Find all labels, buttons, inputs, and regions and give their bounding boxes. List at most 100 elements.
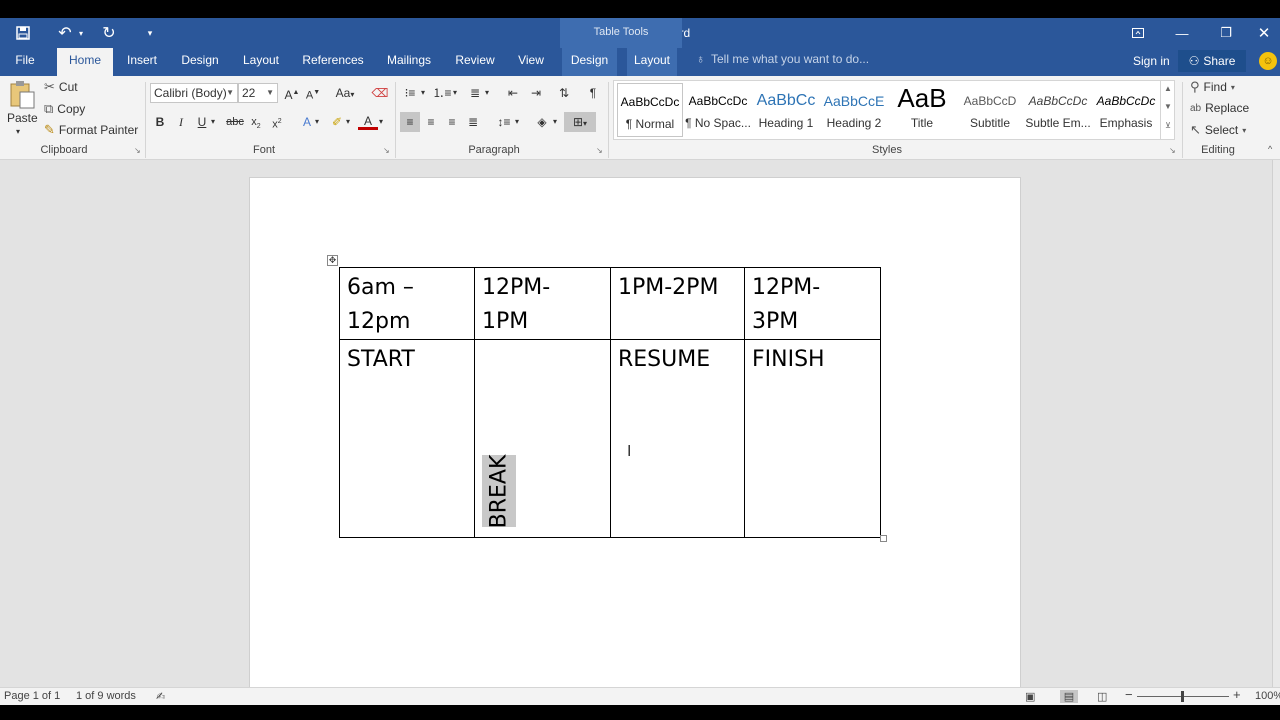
tab-design[interactable]: Design: [176, 48, 224, 76]
select-button[interactable]: ↖ Select ▾: [1190, 122, 1246, 138]
tab-insert[interactable]: Insert: [120, 48, 164, 76]
numbering-dropdown-icon[interactable]: ▾: [450, 83, 460, 103]
save-icon[interactable]: [12, 22, 34, 44]
align-center-icon[interactable]: ≡: [421, 112, 441, 132]
schedule-table[interactable]: 6am – 12pm 12PM- 1PM 1PM-2PM 12PM- 3PM S…: [339, 267, 881, 538]
shading-icon[interactable]: ◈: [532, 112, 552, 132]
style-no-spacing[interactable]: AaBbCcDc ¶ No Spac...: [685, 83, 751, 137]
style-heading-2[interactable]: AaBbCcE Heading 2: [821, 83, 887, 137]
close-icon[interactable]: ✕: [1248, 18, 1280, 48]
paste-button[interactable]: [6, 80, 38, 110]
font-launcher-icon[interactable]: ↘: [383, 146, 390, 155]
find-button[interactable]: ⚲ Find ▾: [1190, 79, 1235, 95]
text-effects-dropdown-icon[interactable]: ▾: [312, 112, 322, 132]
line-spacing-icon[interactable]: ↕≡: [494, 112, 514, 132]
font-size-box[interactable]: 22 ▼: [238, 83, 278, 103]
vertical-scrollbar[interactable]: [1272, 160, 1280, 687]
style-normal[interactable]: AaBbCcDc ¶ Normal: [617, 83, 683, 137]
sign-in-link[interactable]: Sign in: [1133, 54, 1170, 68]
format-painter-button[interactable]: ✎ Format Painter: [44, 122, 138, 138]
borders-button[interactable]: ⊞▾: [564, 112, 596, 132]
read-mode-icon[interactable]: ▣: [1025, 690, 1035, 703]
style-subtitle[interactable]: AaBbCcD Subtitle: [957, 83, 1023, 137]
change-case-button[interactable]: Aa▾: [331, 83, 359, 103]
zoom-slider-thumb[interactable]: [1181, 691, 1184, 702]
font-color-icon[interactable]: A: [358, 112, 378, 130]
table-cell[interactable]: 12PM- 1PM: [474, 267, 611, 340]
tab-file[interactable]: File: [6, 48, 44, 76]
bullets-icon[interactable]: ⁝≡: [400, 83, 420, 103]
undo-icon[interactable]: ↶: [54, 22, 76, 44]
page-count[interactable]: Page 1 of 1: [4, 690, 60, 702]
cut-button[interactable]: ✂ Cut: [44, 79, 78, 95]
pilcrow-icon[interactable]: ¶: [583, 83, 603, 103]
table-cell[interactable]: 12PM- 3PM: [744, 267, 881, 340]
tab-references[interactable]: References: [299, 48, 367, 76]
tab-review[interactable]: Review: [451, 48, 499, 76]
style-heading-1[interactable]: AaBbCc Heading 1: [753, 83, 819, 137]
font-color-dropdown-icon[interactable]: ▾: [376, 112, 386, 132]
multilevel-dropdown-icon[interactable]: ▾: [482, 83, 492, 103]
redo-icon[interactable]: ↻: [98, 22, 120, 44]
collapse-ribbon-icon[interactable]: ^: [1268, 144, 1272, 154]
style-emphasis[interactable]: AaBbCcDc Emphasis: [1093, 83, 1159, 137]
numbering-icon[interactable]: ⒈≡: [432, 83, 452, 103]
italic-icon[interactable]: I: [171, 112, 191, 132]
shading-dropdown-icon[interactable]: ▾: [550, 112, 560, 132]
vertical-break-text[interactable]: BREAK: [482, 454, 516, 528]
restore-icon[interactable]: ❐: [1204, 18, 1248, 48]
table-move-handle-icon[interactable]: ✥: [327, 255, 338, 266]
superscript-icon[interactable]: x2: [267, 112, 287, 132]
subscript-icon[interactable]: x2: [246, 112, 266, 132]
styles-gallery-scroll[interactable]: ▲ ▼ ⊻: [1160, 80, 1175, 140]
undo-dropdown-icon[interactable]: ▾: [76, 22, 86, 44]
tell-me-box[interactable]: ♁ Tell me what you want to do...: [696, 52, 869, 66]
tab-mailings[interactable]: Mailings: [380, 48, 438, 76]
strikethrough-icon[interactable]: abc: [225, 112, 245, 132]
clipboard-launcher-icon[interactable]: ↘: [134, 146, 141, 155]
web-layout-icon[interactable]: ◫: [1097, 690, 1107, 703]
shrink-font-icon[interactable]: A▼: [303, 83, 323, 103]
paste-dropdown-icon[interactable]: ▾: [16, 127, 20, 136]
gallery-more-icon[interactable]: ⊻: [1161, 116, 1175, 136]
justify-icon[interactable]: ≣: [463, 112, 483, 132]
tab-view[interactable]: View: [512, 48, 550, 76]
bullets-dropdown-icon[interactable]: ▾: [418, 83, 428, 103]
zoom-in-icon[interactable]: +: [1233, 687, 1241, 702]
proofing-icon[interactable]: ✍: [156, 690, 165, 703]
minimize-icon[interactable]: —: [1160, 18, 1204, 48]
styles-launcher-icon[interactable]: ↘: [1169, 146, 1176, 155]
sort-icon[interactable]: ⇅: [554, 83, 574, 103]
increase-indent-icon[interactable]: ⇥: [526, 83, 546, 103]
tab-table-layout[interactable]: Layout: [627, 48, 677, 76]
replace-button[interactable]: ab Replace: [1190, 101, 1249, 115]
align-left-icon[interactable]: ≡: [400, 112, 420, 132]
table-cell[interactable]: 1PM-2PM: [610, 267, 745, 340]
tab-layout[interactable]: Layout: [238, 48, 284, 76]
table-resize-handle[interactable]: [880, 535, 887, 542]
feedback-smiley-icon[interactable]: ☺: [1259, 52, 1277, 70]
table-cell[interactable]: RESUME: [610, 339, 745, 538]
tab-home[interactable]: Home: [57, 48, 113, 76]
style-title[interactable]: AaB Title: [889, 83, 955, 137]
clear-formatting-icon[interactable]: ⌫: [370, 83, 390, 103]
line-spacing-dropdown-icon[interactable]: ▾: [512, 112, 522, 132]
paragraph-launcher-icon[interactable]: ↘: [596, 146, 603, 155]
tab-table-design[interactable]: Design: [562, 48, 617, 76]
font-name-box[interactable]: Calibri (Body) ▼: [150, 83, 238, 103]
scroll-up-icon[interactable]: ▲: [1161, 80, 1175, 98]
print-layout-icon[interactable]: ▤: [1060, 690, 1078, 703]
ribbon-display-icon[interactable]: [1116, 18, 1160, 48]
table-cell[interactable]: START: [339, 339, 475, 538]
copy-button[interactable]: ⧉ Copy: [44, 101, 85, 117]
share-button[interactable]: ⚇ Share: [1178, 50, 1246, 72]
underline-dropdown-icon[interactable]: ▾: [208, 112, 218, 132]
highlight-dropdown-icon[interactable]: ▾: [343, 112, 353, 132]
decrease-indent-icon[interactable]: ⇤: [503, 83, 523, 103]
zoom-level[interactable]: 100%: [1255, 690, 1280, 702]
grow-font-icon[interactable]: A▲: [282, 83, 302, 103]
table-cell[interactable]: FINISH: [744, 339, 881, 538]
customize-qat-icon[interactable]: ▾: [142, 22, 158, 44]
scroll-down-icon[interactable]: ▼: [1161, 98, 1175, 116]
bold-icon[interactable]: B: [150, 112, 170, 132]
